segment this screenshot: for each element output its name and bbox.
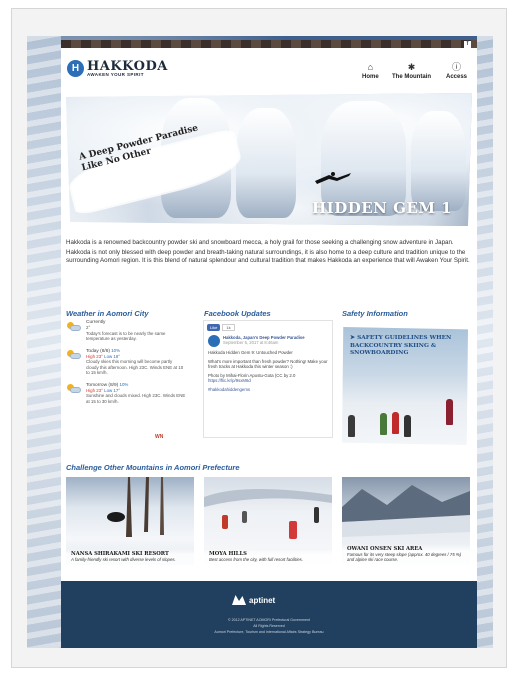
snow-monster-tree bbox=[411, 111, 466, 211]
weather-widget: Currently 2° Today's forecast is to be n… bbox=[66, 320, 186, 410]
hero-title: HIDDEN GEM 1 bbox=[312, 199, 453, 217]
footer-logo[interactable]: aptinet bbox=[232, 595, 275, 605]
like-count: 1k bbox=[222, 324, 235, 331]
safety-title[interactable]: Safety Information bbox=[342, 309, 408, 318]
low-temp: Low 18° bbox=[104, 354, 121, 360]
post-body: Hakkoda Hidden Gem 9: Untouched Powder W… bbox=[204, 348, 332, 398]
hiker bbox=[380, 413, 387, 435]
post-line: What's more important than fresh powder?… bbox=[208, 358, 328, 370]
high-temp: High 23° bbox=[86, 388, 103, 394]
weather-day: Tomorrow (8/9) bbox=[86, 382, 119, 388]
info-icon: ⓘ bbox=[452, 62, 462, 72]
weather-desc: Cloudy skies this morning will become pa… bbox=[86, 359, 184, 376]
hiker bbox=[348, 415, 355, 437]
safety-banner-text: ➤ Safety guidelines when backcountry ski… bbox=[350, 334, 452, 356]
arrow-right-icon: ➤ bbox=[350, 334, 356, 341]
aptinet-mountain-icon bbox=[232, 595, 246, 605]
snowboarder-silhouette bbox=[315, 172, 351, 184]
intro-paragraph: Hakkoda is not only blessed with deep po… bbox=[66, 249, 470, 265]
snow-tree-right bbox=[477, 36, 493, 648]
footer-rights: All Rights Reserved bbox=[253, 624, 285, 628]
intro-text: Hakkoda is a renowned backcountry powder… bbox=[66, 239, 470, 266]
facebook-icon[interactable]: f bbox=[464, 41, 471, 48]
like-button[interactable]: Like bbox=[207, 324, 221, 331]
footer bbox=[61, 581, 477, 648]
rain-chance: 10% bbox=[111, 347, 121, 353]
weather-title: Weather in Aomori City bbox=[66, 309, 149, 318]
safety-banner[interactable]: ➤ Safety guidelines when backcountry ski… bbox=[342, 327, 468, 445]
nav-access[interactable]: ⓘ Access bbox=[446, 62, 467, 80]
logo-mark: H bbox=[67, 60, 84, 78]
home-icon: ⌂ bbox=[367, 62, 374, 72]
weather-desc: Sunshine and clouds mixed. High 23C. Win… bbox=[86, 393, 186, 404]
post-header: Hakkoda, Japan's Deep Powder Paradise Se… bbox=[204, 334, 332, 348]
facebook-feed[interactable]: Like 1k Hakkoda, Japan's Deep Powder Par… bbox=[203, 320, 333, 438]
post-hashtag[interactable]: #hakkodahiddengems bbox=[208, 387, 328, 393]
mountains-title: Challenge Other Mountains in Aomori Pref… bbox=[66, 463, 240, 472]
nav-the-mountain[interactable]: ✱ The Mountain bbox=[392, 62, 431, 80]
weather-item: Currently 2° Today's forecast is to be n… bbox=[66, 320, 186, 342]
nav-home[interactable]: ⌂ Home bbox=[362, 62, 379, 80]
nav-label: The Mountain bbox=[392, 74, 431, 80]
nav-label: Access bbox=[446, 74, 468, 80]
mountain-card[interactable]: MOYA HILLS Best access from the city, wi… bbox=[204, 477, 332, 565]
footer-copyright: © 2012 APTINET AOMORI Prefectural Govern… bbox=[227, 618, 311, 622]
post-date: September 5, 2017 at 8:46am bbox=[223, 340, 279, 345]
post-link[interactable]: https://flic.kr/p/9sxM6d bbox=[208, 378, 251, 383]
hiker bbox=[446, 399, 453, 425]
weather-day: Today (8/8) bbox=[86, 348, 110, 354]
mountain-desc: Famous for its very steep slope (approx.… bbox=[347, 551, 462, 562]
intro-paragraph: Hakkoda is a renowned backcountry powder… bbox=[66, 239, 454, 246]
post-line: Hakkoda Hidden Gem 9: Untouched Powder bbox=[208, 350, 293, 355]
top-pattern-band bbox=[61, 40, 477, 48]
mountain-card[interactable]: NANSA SHIRAKAMI SKI RESORT A family-frie… bbox=[66, 477, 194, 565]
low-temp: Low 17° bbox=[104, 388, 121, 394]
weather-item: Tomorrow (8/9) 10% High 23° Low 17° Suns… bbox=[66, 382, 186, 405]
footer-dept: Aomori Prefecture, Tourism and Internati… bbox=[214, 630, 324, 634]
hiker bbox=[404, 415, 411, 437]
post-line: Photo by Mihai-Florin Apostu-Gota (CC by… bbox=[208, 372, 296, 384]
weather-item: Today (8/8) 10% High 23° Low 18° Cloudy … bbox=[66, 348, 186, 376]
weather-provider-logo[interactable]: WN bbox=[155, 434, 163, 440]
nav-label: Home bbox=[362, 74, 379, 80]
rain-chance: 10% bbox=[119, 381, 129, 387]
partly-cloudy-icon bbox=[66, 383, 82, 394]
snowflake-icon: ✱ bbox=[407, 62, 416, 72]
mountain-desc: A family-friendly ski resort with divers… bbox=[71, 556, 176, 562]
weather-desc: Today's forecast is to be nearly the sam… bbox=[86, 330, 166, 342]
high-temp: High 23° bbox=[86, 354, 103, 360]
facebook-title: Facebook Updates bbox=[204, 309, 271, 318]
snow-monster-tree bbox=[236, 108, 296, 218]
mountain-card[interactable]: OWANI ONSEN SKI AREA Famous for its very… bbox=[342, 477, 470, 565]
footer-brand: aptinet bbox=[249, 595, 276, 605]
avatar[interactable] bbox=[208, 335, 220, 347]
partly-cloudy-icon bbox=[66, 322, 82, 332]
site-logo[interactable]: H HAKKODA AWAKEN YOUR SPIRIT bbox=[67, 60, 168, 78]
mountain-desc: Best access from the city, with full res… bbox=[209, 556, 304, 562]
snow-tree-left bbox=[27, 36, 61, 648]
hiker bbox=[392, 412, 399, 434]
partly-cloudy-icon bbox=[66, 349, 82, 360]
